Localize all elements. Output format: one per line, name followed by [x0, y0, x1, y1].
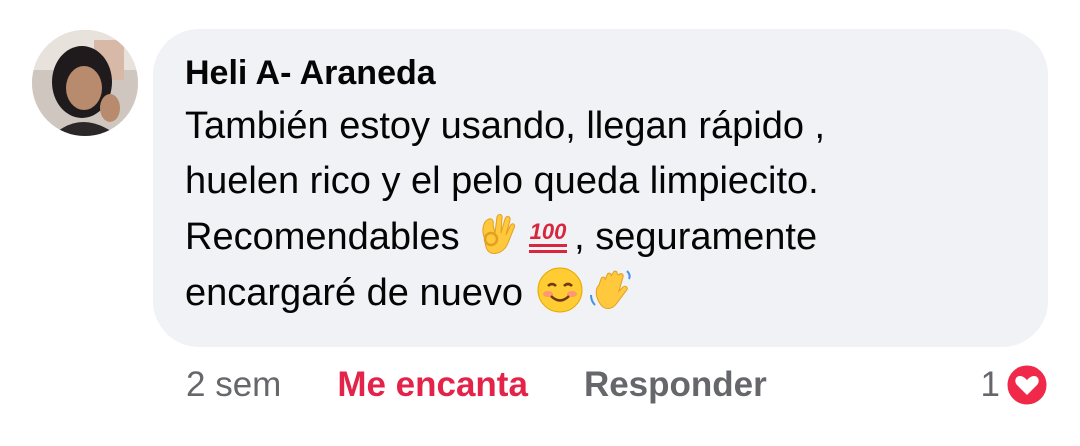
- smiling-face-icon: [535, 265, 585, 315]
- ok-hand-icon: [471, 209, 521, 259]
- comment-line-4-text: , seguramente: [574, 216, 818, 258]
- comment-line-5-text: encargaré de nuevo: [185, 272, 524, 314]
- comment-item: Heli A- Araneda También estoy usando, ll…: [0, 0, 1080, 446]
- timestamp-link[interactable]: 2 sem: [186, 365, 281, 405]
- comment-actions: 2 sem Me encanta Responder: [186, 360, 767, 410]
- avatar[interactable]: [32, 30, 138, 136]
- reply-button[interactable]: Responder: [584, 365, 767, 405]
- comment-line: También estoy usando, llegan rápido ,: [185, 105, 826, 147]
- comment-line: huelen rico y el pelo queda limpiecito.: [185, 160, 819, 202]
- comment-line-5: encargaré de nuevo: [185, 265, 1018, 321]
- comment-line-3-text: Recomendables: [185, 216, 460, 258]
- reaction-summary[interactable]: 1: [981, 360, 1050, 410]
- comment-text: También estoy usando, llegan rápido , hu…: [185, 99, 1018, 321]
- hundred-points-icon: 100: [523, 209, 573, 259]
- love-icon: [1004, 362, 1050, 408]
- svg-text:100: 100: [530, 219, 567, 244]
- comment-bubble: Heli A- Araneda También estoy usando, ll…: [153, 29, 1048, 347]
- love-reaction-button[interactable]: Me encanta: [337, 365, 528, 405]
- waving-hand-icon: [587, 265, 637, 315]
- author-name[interactable]: Heli A- Araneda: [185, 53, 1018, 93]
- comment-line-3: Recomendables 100 , seguramente: [185, 209, 1018, 265]
- reaction-count: 1: [980, 365, 1000, 404]
